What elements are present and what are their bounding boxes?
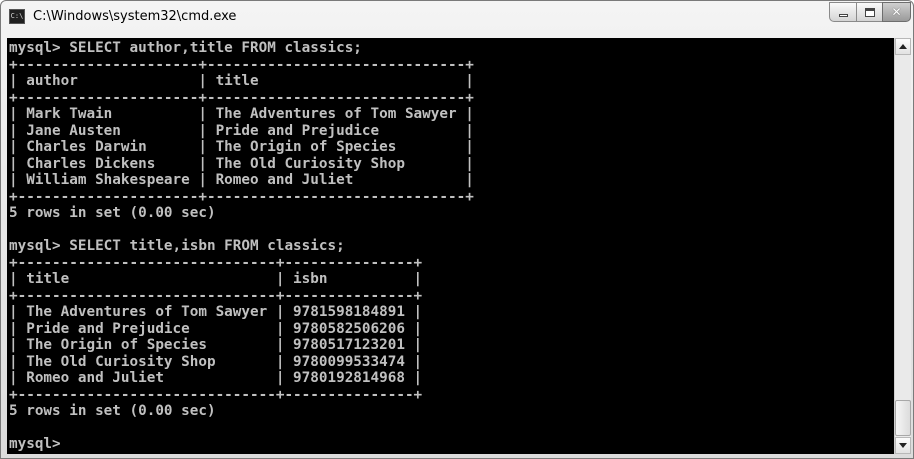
console-line: | The Old Curiosity Shop | 9780099533474… xyxy=(9,353,423,370)
maximize-button[interactable] xyxy=(856,2,882,22)
console-line: mysql> SELECT title,isbn FROM classics; xyxy=(9,238,345,254)
console-line: | Jane Austen | Pride and Prejudice | xyxy=(9,122,474,139)
console-line: | The Origin of Species | 9780517123201 … xyxy=(9,337,423,353)
scroll-thumb[interactable] xyxy=(895,400,911,436)
console-line: | Pride and Prejudice | 9780582506206 | xyxy=(9,320,423,337)
console-line: | The Adventures of Tom Sawyer | 9781598… xyxy=(9,304,423,320)
console-line: +---------------------+-----------------… xyxy=(9,56,474,73)
console-line: 5 rows in set (0.00 sec) xyxy=(9,403,216,419)
console-line: +------------------------------+--------… xyxy=(9,386,423,403)
cmd-window: C:\ C:\Windows\system32\cmd.exe ✕ mysql>… xyxy=(0,0,914,459)
console-line: +---------------------+-----------------… xyxy=(9,188,474,205)
console-line: | William Shakespeare | Romeo and Juliet… xyxy=(9,172,474,188)
console-line: | Charles Dickens | The Old Curiosity Sh… xyxy=(9,155,474,172)
minimize-button[interactable] xyxy=(829,2,856,22)
console-line: +------------------------------+--------… xyxy=(9,254,423,271)
cmd-app-icon[interactable]: C:\ xyxy=(9,9,25,24)
scroll-up-button[interactable] xyxy=(895,38,911,55)
console-line: | title | isbn | xyxy=(9,271,423,287)
console-line: | Romeo and Juliet | 9780192814968 | xyxy=(9,370,423,386)
close-icon: ✕ xyxy=(891,5,902,19)
console-line: 5 rows in set (0.00 sec) xyxy=(9,205,216,221)
vertical-scrollbar[interactable] xyxy=(894,38,911,454)
scroll-down-button[interactable] xyxy=(895,437,911,454)
console-text: mysql> SELECT author,title FROM classics… xyxy=(7,38,894,453)
close-button[interactable]: ✕ xyxy=(882,2,911,22)
console-line: mysql> SELECT author,title FROM classics… xyxy=(9,40,362,56)
arrow-up-icon xyxy=(899,44,907,49)
minimize-icon xyxy=(838,13,848,17)
console-output-area[interactable]: mysql> SELECT author,title FROM classics… xyxy=(7,38,894,454)
window-title: C:\Windows\system32\cmd.exe xyxy=(33,9,237,24)
console-line: +------------------------------+--------… xyxy=(9,287,423,304)
arrow-down-icon xyxy=(899,443,907,448)
console-line: +---------------------+-----------------… xyxy=(9,89,474,106)
maximize-icon xyxy=(864,7,875,17)
console-line: | Mark Twain | The Adventures of Tom Saw… xyxy=(9,106,474,122)
console-line: | author | title | xyxy=(9,73,474,89)
console-line: | Charles Darwin | The Origin of Species… xyxy=(9,139,474,155)
title-bar[interactable]: C:\ C:\Windows\system32\cmd.exe ✕ xyxy=(1,1,913,35)
console-line: mysql> xyxy=(9,436,61,452)
